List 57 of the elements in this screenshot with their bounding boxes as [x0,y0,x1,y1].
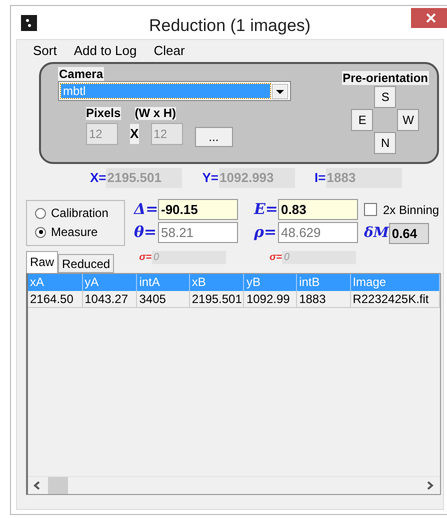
parameter-label: E= [254,199,278,219]
radio-button[interactable] [35,226,46,238]
sigma-value: 0 [152,250,226,264]
table-cell: 1092.99 [244,290,298,306]
pre-orientation-label: Pre-orientation [342,71,429,85]
table-cell: 2195.501 [190,290,244,306]
table-cell: R2232425K.fit [350,290,440,306]
coordinate-value: 1883 [326,168,402,188]
scrollbar-thumb[interactable] [48,476,68,494]
table-cell: 2164.50 [28,290,83,306]
tab[interactable]: Reduced [58,254,114,272]
checkbox-label: 2x Binning [383,202,440,218]
radio-label: Calibration [51,205,108,222]
sigma-label: σ= [270,250,282,264]
delta-m-value: 0.64 [388,222,429,244]
size-hint-label: (W x H) [134,107,176,120]
parameter-field[interactable]: 48.629 [278,222,358,242]
radio-button[interactable] [35,208,46,218]
menu-item[interactable]: Add to Log [74,41,137,61]
camera-label: Camera [58,67,104,81]
sigma-value: 0 [282,250,356,264]
parameter-label: Δ= [134,199,158,219]
parameter-field[interactable]: 0.83 [278,198,358,220]
coordinate-label: X= [90,169,106,187]
parameter-field[interactable]: 58.21 [158,222,238,242]
app-icon [21,14,37,30]
coordinate-value: 1092.993 [218,168,295,188]
coordinate-value: 2195.501 [106,168,182,188]
table-cell: 1043.27 [82,290,138,306]
camera-value: mbtl [61,84,270,98]
parameter-label: ρ= [254,222,278,242]
coordinate-label: I= [314,169,326,187]
parameter-field[interactable]: -90.15 [158,198,238,220]
tab[interactable]: Raw [26,250,58,272]
close-button[interactable] [411,8,447,28]
dropdown-arrow-icon [272,84,288,98]
coordinate-label: Y= [202,169,219,187]
scroll-right-icon[interactable] [427,480,434,490]
orientation-button[interactable]: S [374,86,396,108]
orientation-button[interactable]: E [351,109,374,131]
pixels-label: Pixels [86,107,121,120]
table-cell: 1883 [297,290,351,306]
menu-item[interactable]: Sort [33,41,57,61]
browse-button[interactable]: ... [194,127,233,147]
times-sign: X [130,124,139,144]
table-cell: 3405 [137,290,190,306]
window-title: Reduction (1 images) [149,15,311,37]
orientation-button[interactable]: N [374,132,396,154]
close-icon [426,13,436,23]
scroll-left-icon[interactable] [33,480,40,490]
menu-item[interactable]: Clear [154,41,185,61]
delta-m-label: δM [364,224,389,242]
checkbox[interactable] [364,203,377,216]
orientation-button[interactable]: W [397,109,420,131]
radio-label: Measure [51,224,98,241]
parameter-label: θ= [134,222,158,242]
sigma-label: σ= [139,250,152,264]
